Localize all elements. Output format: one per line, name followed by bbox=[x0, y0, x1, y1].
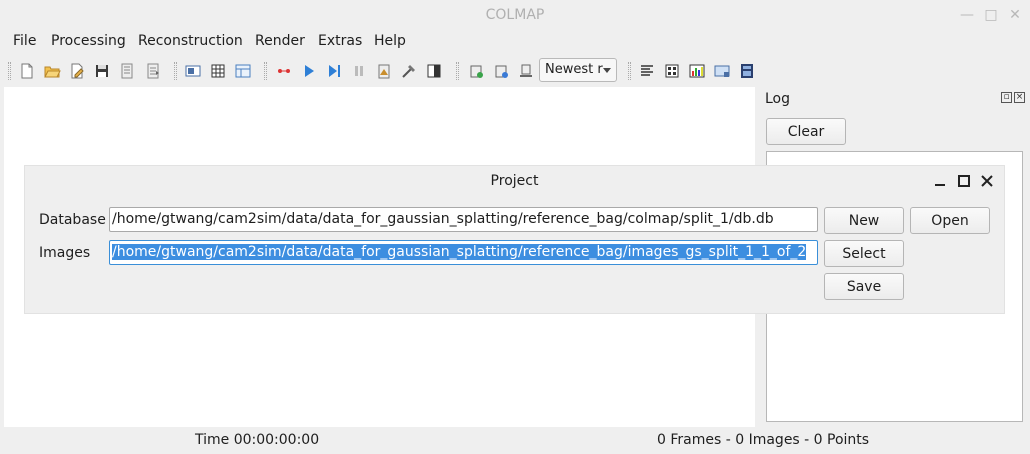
menu-file[interactable]: File bbox=[13, 33, 36, 49]
show-model-icon[interactable] bbox=[738, 62, 756, 80]
save-project-button[interactable]: Save bbox=[824, 273, 904, 300]
menu-render[interactable]: Render bbox=[255, 33, 305, 49]
save-project-icon[interactable] bbox=[93, 62, 111, 80]
new-database-button[interactable]: New bbox=[824, 207, 904, 234]
window-titlebar: COLMAP — □ ✕ bbox=[0, 0, 1030, 30]
close-icon[interactable]: ✕ bbox=[1006, 6, 1024, 24]
project-dialog: Project Database /home/gtwang/cam2sim/da… bbox=[25, 166, 1004, 313]
database-path-field[interactable]: /home/gtwang/cam2sim/data/data_for_gauss… bbox=[109, 207, 818, 232]
edit-project-icon[interactable] bbox=[68, 62, 86, 80]
grab-image-icon[interactable] bbox=[467, 62, 485, 80]
match-matrix-icon[interactable] bbox=[638, 62, 656, 80]
minimize-icon[interactable] bbox=[932, 173, 948, 189]
log-icon[interactable] bbox=[663, 62, 681, 80]
toolbar: Newest r bbox=[0, 56, 1030, 86]
database-path-value: /home/gtwang/cam2sim/data/data_for_gauss… bbox=[112, 211, 774, 227]
open-project-icon[interactable] bbox=[43, 62, 61, 80]
reconstruction-selector-value: Newest r bbox=[545, 62, 603, 77]
images-label: Images bbox=[39, 245, 91, 261]
window-title: COLMAP bbox=[485, 7, 545, 23]
database-label: Database bbox=[39, 212, 106, 228]
grab-movie-icon[interactable] bbox=[492, 62, 510, 80]
feature-matching-icon[interactable] bbox=[234, 62, 252, 80]
maximize-icon[interactable] bbox=[956, 173, 972, 189]
chevron-down-icon bbox=[603, 68, 611, 73]
toolbar-grip[interactable] bbox=[8, 62, 11, 80]
status-time: Time 00:00:00:00 bbox=[195, 432, 320, 448]
close-panel-icon[interactable]: × bbox=[1014, 92, 1025, 103]
float-panel-icon[interactable]: ▫ bbox=[1001, 92, 1012, 103]
export-model-icon[interactable] bbox=[144, 62, 162, 80]
clear-log-button[interactable]: Clear bbox=[766, 118, 846, 145]
database-management-icon[interactable] bbox=[184, 62, 202, 80]
new-project-icon[interactable] bbox=[18, 62, 36, 80]
dialog-title: Project bbox=[490, 173, 539, 189]
open-database-button[interactable]: Open bbox=[910, 207, 990, 234]
toolbar-separator bbox=[456, 62, 459, 80]
status-bar: Time 00:00:00:00 0 Frames - 0 Images - 0… bbox=[0, 428, 1030, 454]
dense-reconstruction-icon[interactable] bbox=[400, 62, 418, 80]
reconstruction-stats-icon[interactable] bbox=[517, 62, 535, 80]
reconstruction-selector[interactable]: Newest r bbox=[539, 58, 617, 82]
menu-extras[interactable]: Extras bbox=[318, 33, 362, 49]
import-model-icon[interactable] bbox=[118, 62, 136, 80]
render-options-icon[interactable] bbox=[425, 62, 443, 80]
menu-reconstruction[interactable]: Reconstruction bbox=[138, 33, 243, 49]
maximize-icon[interactable]: □ bbox=[982, 6, 1000, 24]
toolbar-separator bbox=[264, 62, 267, 80]
toolbar-separator bbox=[628, 62, 631, 80]
pause-reconstruction-icon[interactable] bbox=[325, 62, 343, 80]
toolbar-separator bbox=[174, 62, 177, 80]
reconstruction-options-icon[interactable] bbox=[350, 62, 368, 80]
menu-bar: File Processing Reconstruction Render Ex… bbox=[0, 30, 1030, 54]
menu-help[interactable]: Help bbox=[374, 33, 406, 49]
step-reconstruction-icon[interactable] bbox=[300, 62, 318, 80]
log-title: Log bbox=[765, 91, 791, 107]
screenshot-icon[interactable] bbox=[713, 62, 731, 80]
minimize-icon[interactable]: — bbox=[958, 6, 976, 24]
bundle-adjustment-icon[interactable] bbox=[375, 62, 393, 80]
feature-extraction-icon[interactable] bbox=[209, 62, 227, 80]
images-path-value: /home/gtwang/cam2sim/data/data_for_gauss… bbox=[112, 244, 807, 260]
start-reconstruction-icon[interactable] bbox=[275, 62, 293, 80]
status-counts: 0 Frames - 0 Images - 0 Points bbox=[657, 432, 870, 448]
close-icon[interactable] bbox=[979, 173, 995, 189]
menu-processing[interactable]: Processing bbox=[51, 33, 126, 49]
images-path-field[interactable]: /home/gtwang/cam2sim/data/data_for_gauss… bbox=[109, 240, 818, 265]
bar-chart-icon[interactable] bbox=[688, 62, 706, 80]
select-images-button[interactable]: Select bbox=[824, 240, 904, 267]
